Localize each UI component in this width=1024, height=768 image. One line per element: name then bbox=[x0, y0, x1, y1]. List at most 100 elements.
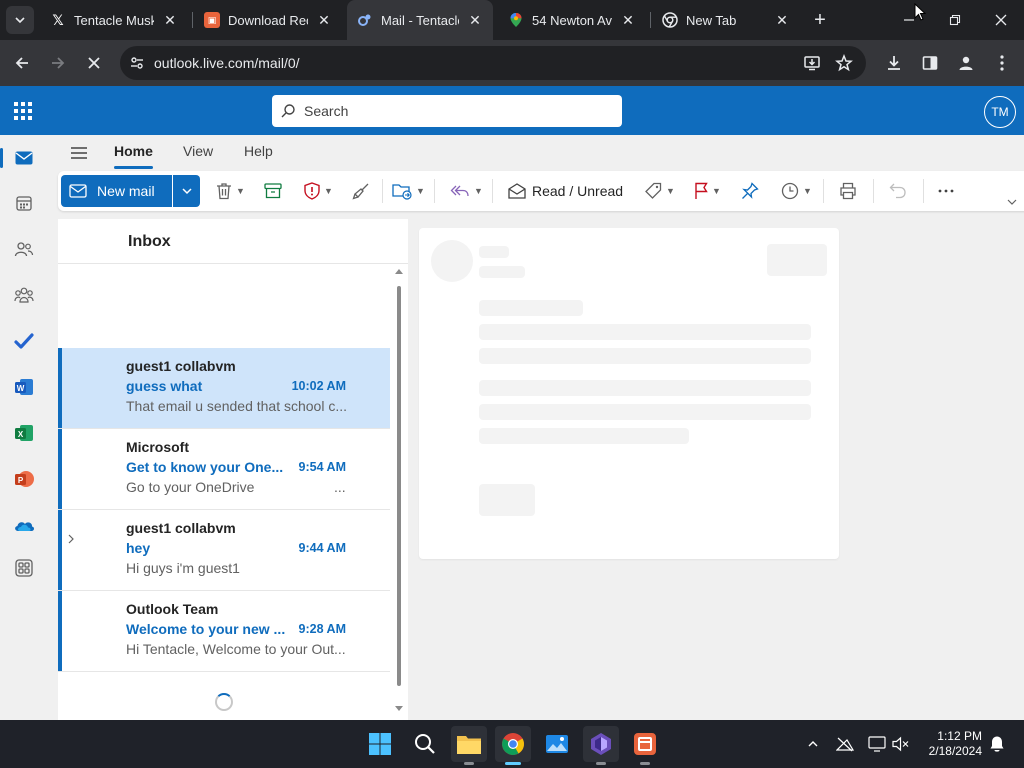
chrome-icon bbox=[502, 733, 524, 755]
show-hidden-icons[interactable] bbox=[802, 733, 824, 755]
reply-all-button[interactable]: ▼ bbox=[450, 179, 483, 203]
close-tab-icon[interactable]: ✕ bbox=[620, 12, 636, 28]
skeleton-line bbox=[479, 404, 811, 420]
hamburger-menu-icon[interactable] bbox=[68, 143, 90, 163]
categorize-button[interactable]: ▼ bbox=[644, 179, 675, 203]
tab-separator bbox=[192, 12, 193, 28]
rail-calendar[interactable] bbox=[0, 183, 48, 223]
new-mail-button[interactable]: New mail bbox=[61, 175, 172, 207]
side-panel-button[interactable] bbox=[914, 47, 946, 79]
network-status[interactable] bbox=[834, 733, 856, 755]
scrollbar-thumb[interactable] bbox=[397, 286, 401, 686]
ribbon-separator bbox=[823, 179, 824, 203]
tab-search-button[interactable] bbox=[6, 6, 34, 34]
close-tab-icon[interactable]: ✕ bbox=[316, 12, 332, 28]
tab-help[interactable]: Help bbox=[244, 143, 273, 159]
rail-word[interactable]: W bbox=[0, 367, 48, 407]
browser-menu-button[interactable] bbox=[986, 47, 1018, 79]
taskbar-search-button[interactable] bbox=[407, 726, 443, 762]
taskbar-chrome[interactable] bbox=[495, 726, 531, 765]
flag-button[interactable]: ▼ bbox=[694, 179, 721, 203]
rail-more-apps[interactable] bbox=[0, 548, 48, 588]
rail-todo[interactable] bbox=[0, 321, 48, 361]
message-row[interactable]: guest1 collabvm guess what 10:02 AM That… bbox=[58, 348, 390, 429]
print-button[interactable] bbox=[839, 179, 857, 203]
browser-tab-active[interactable]: Mail - Tentacle ✕ bbox=[347, 0, 493, 40]
stop-loading-button[interactable] bbox=[78, 47, 110, 79]
account-avatar[interactable]: TM bbox=[984, 96, 1016, 128]
ribbon-separator bbox=[923, 179, 924, 203]
svg-text:X: X bbox=[18, 430, 24, 439]
browser-tab[interactable]: 𝕏 Tentacle Musk ( ✕ bbox=[40, 0, 188, 40]
message-row[interactable]: Outlook Team Welcome to your new ... 9:2… bbox=[58, 591, 390, 672]
close-tab-icon[interactable]: ✕ bbox=[774, 12, 790, 28]
rail-excel[interactable]: X bbox=[0, 413, 48, 453]
expand-thread-icon[interactable] bbox=[67, 532, 75, 548]
tab-home[interactable]: Home bbox=[114, 143, 153, 159]
browser-tab[interactable]: ▣ Download Rec ✕ bbox=[194, 0, 342, 40]
scroll-up-icon[interactable] bbox=[395, 268, 403, 274]
report-button[interactable]: ▼ bbox=[304, 179, 333, 203]
more-horizontal-icon bbox=[938, 189, 954, 193]
flag-icon bbox=[695, 182, 708, 199]
new-tab-button[interactable]: + bbox=[808, 8, 832, 32]
sweep-button[interactable] bbox=[352, 179, 370, 203]
back-button[interactable] bbox=[6, 47, 38, 79]
address-bar[interactable]: outlook.live.com/mail/0/ bbox=[120, 46, 866, 80]
close-icon bbox=[88, 57, 100, 69]
forward-button[interactable] bbox=[42, 47, 74, 79]
close-tab-icon[interactable]: ✕ bbox=[162, 12, 178, 28]
message-preview: That email u sended that school c... bbox=[126, 398, 348, 414]
profile-button[interactable] bbox=[950, 47, 982, 79]
undo-button[interactable] bbox=[889, 179, 907, 203]
pin-button[interactable] bbox=[741, 179, 759, 203]
system-clock[interactable]: 1:12 PM 2/18/2024 bbox=[918, 729, 982, 759]
rail-onedrive[interactable] bbox=[0, 505, 48, 545]
browser-tab[interactable]: 54 Newton Ave ✕ bbox=[498, 0, 646, 40]
downloads-button[interactable] bbox=[878, 47, 910, 79]
site-info-icon[interactable] bbox=[120, 46, 154, 80]
search-input[interactable]: Search bbox=[272, 95, 622, 127]
rail-mail[interactable] bbox=[0, 138, 48, 178]
start-button[interactable] bbox=[362, 726, 398, 762]
rail-people[interactable] bbox=[0, 229, 48, 269]
loading-spinner bbox=[215, 693, 233, 711]
snooze-button[interactable]: ▼ bbox=[781, 179, 812, 203]
message-row[interactable]: guest1 collabvm hey 9:44 AM Hi guys i'm … bbox=[58, 510, 390, 591]
restore-button[interactable] bbox=[932, 0, 978, 40]
install-app-button[interactable] bbox=[796, 47, 828, 79]
bookmark-button[interactable] bbox=[828, 47, 860, 79]
message-list-scrollbar[interactable] bbox=[393, 264, 405, 720]
taskbar-photos[interactable] bbox=[539, 726, 575, 762]
app-launcher-icon[interactable] bbox=[12, 100, 34, 122]
active-tab-underline bbox=[114, 166, 153, 169]
taskbar-recorder[interactable] bbox=[627, 726, 663, 765]
rail-powerpoint[interactable]: P bbox=[0, 459, 48, 499]
taskbar-app-active[interactable] bbox=[583, 726, 619, 765]
notifications-button[interactable] bbox=[986, 733, 1008, 755]
read-unread-button[interactable]: Read / Unread bbox=[508, 179, 623, 203]
move-to-button[interactable]: ▼ bbox=[392, 179, 425, 203]
delete-button[interactable]: ▼ bbox=[216, 179, 245, 203]
rail-groups[interactable] bbox=[0, 275, 48, 315]
close-window-button[interactable] bbox=[978, 0, 1024, 40]
display-status[interactable] bbox=[866, 733, 888, 755]
taskbar-file-explorer[interactable] bbox=[451, 726, 487, 765]
message-row[interactable]: Microsoft Get to know your One... 9:54 A… bbox=[58, 429, 390, 510]
search-icon bbox=[281, 104, 295, 118]
archive-button[interactable] bbox=[264, 179, 282, 203]
ribbon-toolbar: New mail ▼ ▼ ▼ ▼ Read / Unread ▼ ▼ ▼ bbox=[58, 171, 1024, 211]
more-options-button[interactable] bbox=[938, 179, 954, 203]
svg-text:W: W bbox=[17, 384, 25, 393]
divider bbox=[58, 263, 408, 264]
star-icon bbox=[835, 54, 853, 72]
tab-separator bbox=[650, 12, 651, 28]
tab-view[interactable]: View bbox=[183, 143, 213, 159]
close-tab-icon[interactable]: ✕ bbox=[467, 12, 483, 28]
scroll-down-icon[interactable] bbox=[395, 706, 403, 712]
new-mail-dropdown[interactable] bbox=[173, 175, 200, 207]
browser-tab[interactable]: New Tab ✕ bbox=[652, 0, 800, 40]
groups-icon bbox=[14, 287, 34, 303]
volume-status[interactable] bbox=[890, 733, 912, 755]
ribbon-expand-icon[interactable] bbox=[1006, 196, 1018, 208]
